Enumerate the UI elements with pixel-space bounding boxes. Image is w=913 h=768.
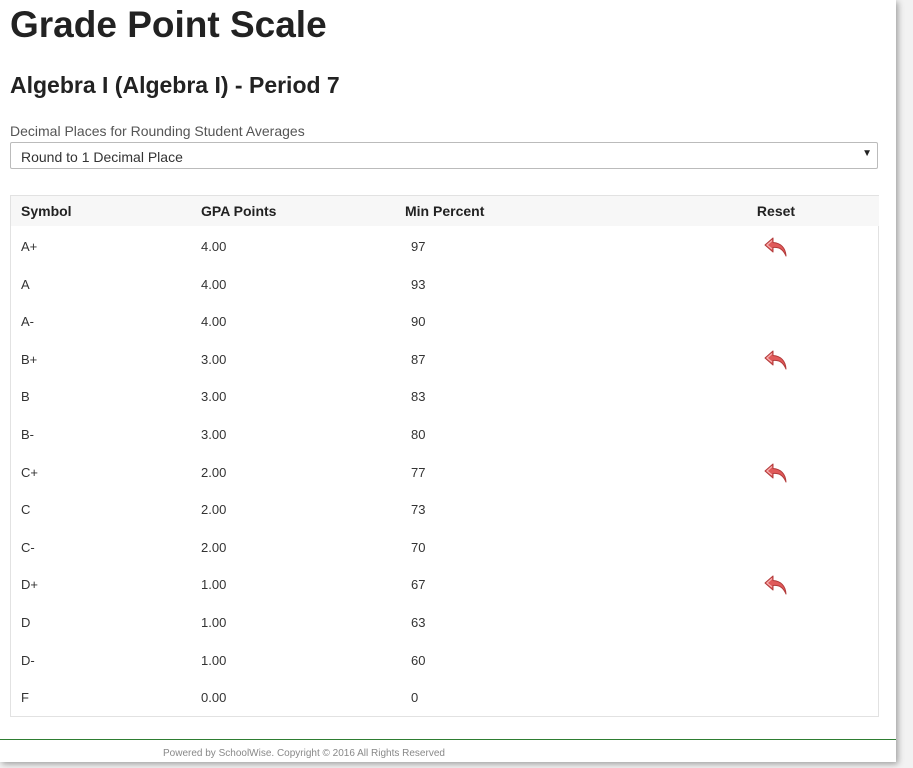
table-row: B+ 3.00 87 [11, 341, 878, 379]
cell-min-percent[interactable]: 0 [411, 679, 418, 717]
cell-min-percent[interactable]: 63 [411, 604, 425, 642]
header-symbol: Symbol [11, 196, 189, 226]
reset-button[interactable] [763, 348, 789, 372]
cell-min-percent[interactable]: 67 [411, 566, 425, 604]
course-title: Algebra I (Algebra I) - Period 7 [10, 72, 340, 98]
cell-gpa-points[interactable]: 2.00 [201, 491, 226, 529]
cell-gpa-points[interactable]: 3.00 [201, 416, 226, 454]
cell-symbol: B [21, 389, 30, 405]
cell-gpa-points[interactable]: 4.00 [201, 266, 226, 304]
cell-symbol: A [21, 276, 30, 292]
cell-symbol: A- [21, 314, 34, 330]
cell-gpa-points[interactable]: 2.00 [201, 529, 226, 567]
rounding-label: Decimal Places for Rounding Student Aver… [10, 123, 305, 139]
cell-min-percent[interactable]: 77 [411, 454, 425, 492]
cell-gpa-points[interactable]: 2.00 [201, 454, 226, 492]
cell-symbol: C- [21, 539, 35, 555]
reset-button[interactable] [763, 573, 789, 597]
cell-symbol: B+ [21, 351, 38, 367]
cell-gpa-points[interactable]: 0.00 [201, 679, 226, 717]
header-reset: Reset [673, 196, 879, 226]
table-row: D+ 1.00 67 [11, 566, 878, 604]
rounding-selected-value: Round to 1 Decimal Place [21, 149, 183, 165]
footer-divider [0, 739, 896, 740]
table-row: B 3.00 83 [11, 378, 878, 416]
table-row: A- 4.00 90 [11, 303, 878, 341]
cell-symbol: A+ [21, 239, 38, 254]
grade-scale-window: Grade Point Scale Algebra I (Algebra I) … [0, 0, 896, 762]
page-title: Grade Point Scale [10, 4, 327, 45]
cell-min-percent[interactable]: 90 [411, 303, 425, 341]
cell-symbol: D+ [21, 577, 38, 593]
table-row: D- 1.00 60 [11, 642, 878, 680]
cell-gpa-points[interactable]: 4.00 [201, 303, 226, 341]
cell-symbol: D [21, 615, 31, 630]
cell-gpa-points[interactable]: 3.00 [201, 341, 226, 379]
undo-arrow-icon [764, 237, 787, 257]
cell-min-percent[interactable]: 93 [411, 266, 425, 304]
table-row: F 0.00 0 [11, 679, 878, 717]
cell-symbol: F [21, 690, 29, 706]
cell-symbol: C [21, 502, 31, 518]
cell-symbol: B- [21, 427, 34, 442]
cell-gpa-points[interactable]: 4.00 [201, 228, 226, 266]
undo-arrow-icon [764, 463, 787, 483]
cell-symbol: D- [21, 652, 35, 668]
table-row: C+ 2.00 77 [11, 454, 878, 492]
cell-min-percent[interactable]: 83 [411, 378, 425, 416]
cell-gpa-points[interactable]: 3.00 [201, 378, 226, 416]
dropdown-arrow-icon: ▼ [862, 148, 872, 159]
table-row: C- 2.00 70 [11, 529, 878, 567]
cell-min-percent[interactable]: 60 [411, 642, 425, 680]
grade-scale-table: Symbol GPA Points Min Percent Reset A+ 4.… [10, 195, 879, 717]
cell-min-percent[interactable]: 80 [411, 416, 425, 454]
cell-gpa-points[interactable]: 1.00 [201, 566, 226, 604]
cell-symbol: C+ [21, 464, 38, 480]
cell-min-percent[interactable]: 97 [411, 228, 425, 266]
cell-min-percent[interactable]: 73 [411, 491, 425, 529]
table-row: C 2.00 73 [11, 491, 878, 529]
rounding-select[interactable]: Round to 1 Decimal Place ▼ [10, 142, 878, 169]
cell-gpa-points[interactable]: 1.00 [201, 604, 226, 642]
footer-copyright: Powered by SchoolWise. Copyright © 2016 … [163, 748, 445, 759]
table-row: D 1.00 63 [11, 604, 878, 642]
cell-min-percent[interactable]: 70 [411, 529, 425, 567]
reset-button[interactable] [763, 461, 789, 485]
cell-gpa-points[interactable]: 1.00 [201, 642, 226, 680]
reset-button[interactable] [763, 235, 789, 259]
table-row: A 4.00 93 [11, 266, 878, 304]
undo-arrow-icon [764, 575, 787, 595]
table-row: B- 3.00 80 [11, 416, 878, 454]
header-gpa-points: GPA Points [189, 196, 395, 226]
table-row: A+ 4.00 97 [11, 228, 878, 266]
cell-min-percent[interactable]: 87 [411, 341, 425, 379]
header-min-percent: Min Percent [395, 196, 673, 226]
undo-arrow-icon [764, 350, 787, 370]
